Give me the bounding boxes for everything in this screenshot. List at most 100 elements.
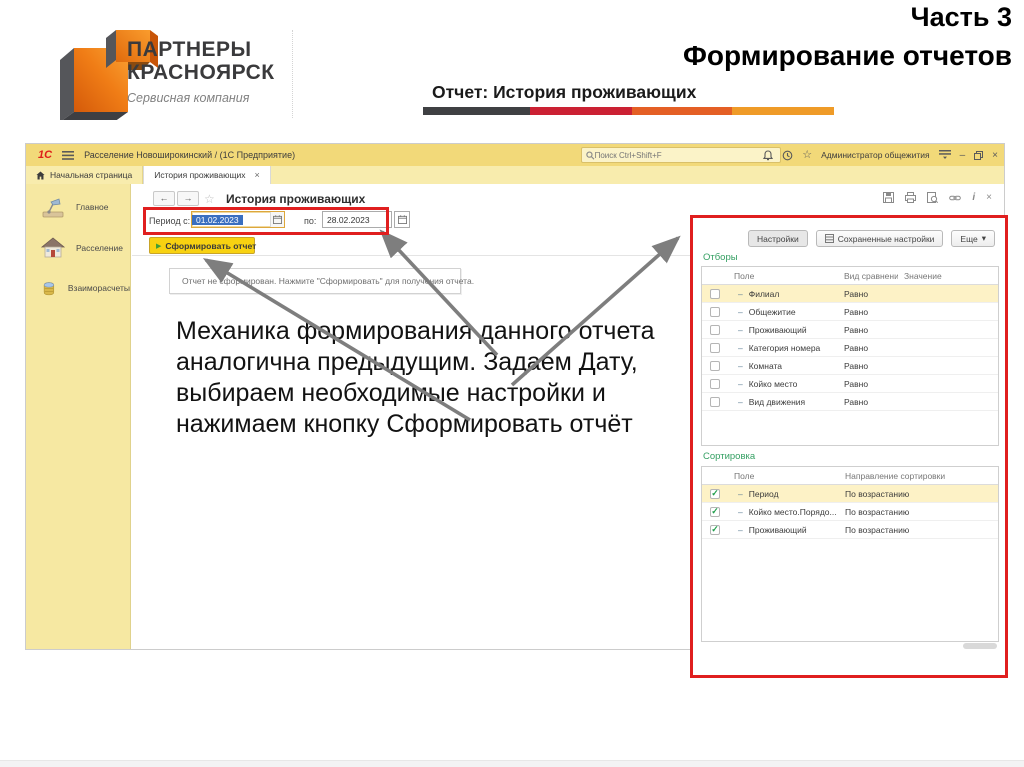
filter-checkbox[interactable] (710, 396, 720, 407)
settings-button[interactable]: Настройки (748, 230, 808, 247)
report-toolbar-icons: i × (883, 192, 992, 203)
filter-row[interactable]: – Койко место Равно (702, 375, 998, 393)
link-icon[interactable] (949, 193, 962, 203)
field-dash-icon: – (738, 324, 743, 335)
generate-report-button[interactable]: ▶ Сформировать отчет (149, 237, 256, 254)
report-empty-message-text: Отчет не сформирован. Нажмите "Сформиров… (182, 276, 475, 286)
sorting-checkbox-checked[interactable]: ✓ (710, 488, 720, 499)
filter-field: Вид движения (748, 396, 806, 407)
close-report-icon[interactable]: × (986, 192, 992, 203)
saved-settings-label: Сохраненные настройки (837, 233, 935, 244)
filter-row[interactable]: – Категория номера Равно (702, 339, 998, 357)
sidebar-item-settlement[interactable]: Расселение (40, 235, 130, 261)
slide-note: Механика формирования данного отчета ана… (176, 316, 655, 440)
field-dash-icon: – (738, 306, 743, 317)
sidebar-item-settlements-accounts[interactable]: Взаиморасчеты (40, 275, 130, 301)
field-dash-icon: – (738, 378, 743, 389)
presentation-slide: ПАРТНЕРЫ КРАСНОЯРСК Сервисная компания Ч… (0, 0, 1024, 767)
sorting-checkbox-checked[interactable]: ✓ (710, 524, 720, 535)
filters-col-value: Значение (904, 270, 942, 281)
panel-buttons: Настройки Сохраненные настройки Еще ▾ (748, 230, 995, 247)
field-dash-icon: – (738, 506, 743, 517)
note-line: аналогична предыдущим. Задаем Дату, (176, 348, 638, 376)
current-user-label[interactable]: Администратор общежития (821, 150, 930, 160)
sorting-row[interactable]: ✓ – Период По возрастанию (702, 485, 998, 503)
save-icon[interactable] (883, 192, 895, 203)
sidebar-item-main[interactable]: Главное (40, 194, 130, 220)
sorting-col-direction: Направление сортировки (845, 470, 946, 481)
saved-settings-button[interactable]: Сохраненные настройки (815, 230, 944, 247)
sorting-field: Койко место.Порядо... (748, 506, 837, 517)
sorting-row[interactable]: ✓ – Койко место.Порядо... По возрастанию (702, 503, 998, 521)
filter-row[interactable]: – Общежитие Равно (702, 303, 998, 321)
close-window-button[interactable]: × (992, 150, 998, 161)
filter-checkbox[interactable] (710, 288, 720, 299)
print-icon[interactable] (905, 192, 917, 203)
filter-row[interactable]: – Комната Равно (702, 357, 998, 375)
filter-comparison: Равно (844, 378, 869, 389)
note-line: Механика формирования данного отчета (176, 317, 655, 345)
filters-col-field: Поле (734, 270, 755, 281)
filter-checkbox[interactable] (710, 378, 720, 389)
filter-row[interactable]: – Вид движения Равно (702, 393, 998, 411)
sorting-checkbox-checked[interactable]: ✓ (710, 506, 720, 517)
preview-icon[interactable] (927, 192, 939, 203)
tab-home[interactable]: Начальная страница (26, 166, 144, 184)
minimize-button[interactable]: – (960, 150, 966, 161)
filter-checkbox[interactable] (710, 306, 720, 317)
home-icon (36, 170, 45, 180)
favorite-star-icon[interactable]: ☆ (204, 192, 215, 206)
filters-header-row: Поле Вид сравнения Значение (702, 267, 998, 285)
favorites-icon[interactable]: ☆ (802, 149, 812, 161)
filter-field: Проживающий (748, 324, 807, 335)
field-dash-icon: – (738, 360, 743, 371)
filter-checkbox[interactable] (710, 324, 720, 335)
note-line: нажимаем кнопку Сформировать отчёт (176, 410, 633, 438)
field-dash-icon: – (738, 524, 743, 535)
calendar-button-to[interactable] (394, 211, 410, 228)
check-icon: ✓ (711, 524, 719, 534)
filter-comparison: Равно (844, 342, 869, 353)
global-search[interactable] (581, 147, 781, 163)
filter-checkbox[interactable] (710, 342, 720, 353)
dropdown-icon: ▾ (981, 233, 986, 243)
calendar-icon (397, 215, 407, 224)
info-icon[interactable]: i (972, 192, 975, 203)
sidebar-item-settlement-label: Расселение (76, 243, 123, 253)
field-dash-icon: – (738, 396, 743, 407)
accent-segment-red (530, 107, 632, 115)
service-menu-icon[interactable] (938, 150, 951, 160)
filter-field: Филиал (748, 288, 780, 299)
more-button[interactable]: Еще ▾ (951, 230, 995, 247)
sorting-header-row: Поле Направление сортировки (702, 467, 998, 485)
brand-line1: ПАРТНЕРЫ (127, 38, 252, 61)
sidebar-item-main-label: Главное (76, 202, 109, 212)
search-input[interactable] (594, 150, 776, 160)
accent-segment-light-orange (732, 107, 834, 115)
filter-comparison: Равно (844, 324, 869, 335)
brand-tagline: Сервисная компания (127, 91, 250, 105)
tab-close-icon[interactable]: × (254, 170, 259, 180)
tab-home-label: Начальная страница (50, 170, 133, 180)
sorting-direction: По возрастанию (845, 488, 910, 499)
note-line: выбираем необходимые настройки и (176, 379, 606, 407)
filter-checkbox[interactable] (710, 360, 720, 371)
filter-row[interactable]: – Филиал Равно (702, 285, 998, 303)
main-menu-icon[interactable] (62, 150, 75, 160)
notifications-icon[interactable] (763, 149, 774, 161)
forward-button[interactable]: → (177, 191, 199, 206)
sorting-direction: По возрастанию (845, 506, 910, 517)
panel-scrollbar[interactable] (963, 643, 997, 649)
accent-segment-orange (632, 107, 732, 115)
history-icon[interactable] (782, 150, 793, 161)
tab-resident-history[interactable]: История проживающих × (143, 166, 271, 184)
filter-row[interactable]: – Проживающий Равно (702, 321, 998, 339)
report-empty-message: Отчет не сформирован. Нажмите "Сформиров… (169, 268, 474, 294)
report-title: История проживающих (226, 192, 366, 206)
restore-button[interactable] (974, 150, 984, 160)
sorting-row[interactable]: ✓ – Проживающий По возрастанию (702, 521, 998, 539)
sorting-table: Поле Направление сортировки ✓ – Период По… (701, 466, 999, 642)
sidebar-item-settlements-accounts-label: Взаиморасчеты (67, 283, 130, 293)
back-button[interactable]: ← (153, 191, 175, 206)
slide-subtitle: Отчет: История проживающих (432, 82, 697, 102)
